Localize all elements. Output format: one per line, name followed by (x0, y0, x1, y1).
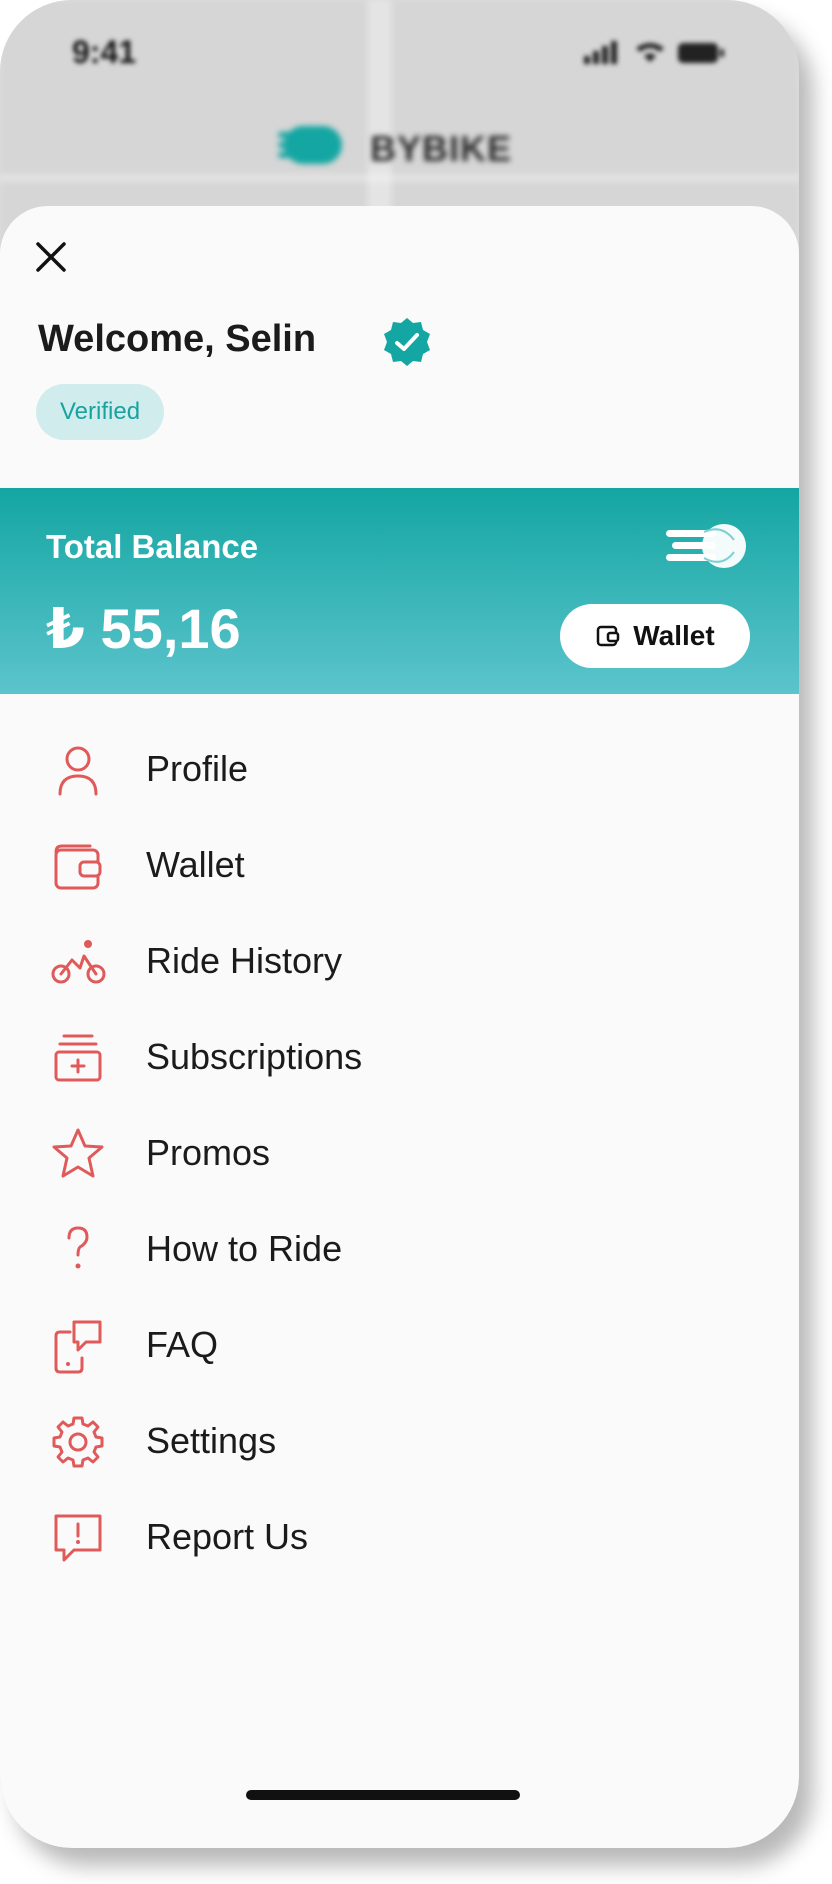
balance-label: Total Balance (46, 528, 259, 565)
welcome-title: Welcome, Selin (38, 318, 317, 360)
star-icon (52, 1128, 104, 1178)
menu-item-ride-history[interactable]: Ride History (0, 912, 799, 1008)
menu-item-how-to-ride[interactable]: How to Ride (0, 1200, 799, 1296)
menu-item-wallet[interactable]: Wallet (0, 816, 799, 912)
gear-icon (52, 1416, 104, 1468)
menu-item-label: Report Us (146, 1516, 309, 1557)
faq-icon (54, 1320, 102, 1374)
verified-badge: Verified (36, 384, 165, 440)
brand-name: BYBIKE (370, 128, 513, 169)
status-time: 9:41 (72, 34, 137, 70)
subscriptions-icon (54, 1034, 102, 1082)
menu-item-label: FAQ (146, 1324, 219, 1365)
bike-icon (51, 940, 106, 984)
wallet-button[interactable]: Wallet (560, 604, 750, 668)
home-indicator[interactable] (246, 1790, 520, 1800)
verified-check-icon (384, 318, 430, 366)
menu-item-label: Wallet (146, 844, 245, 885)
status-bar: 9:41 (0, 0, 799, 100)
phone-frame: 9:41 BYBIKE Welcome, Selin Verified Tota… (0, 0, 799, 1848)
wallet-icon (597, 625, 620, 647)
menu-item-report-us[interactable]: Report Us (0, 1488, 799, 1584)
menu-item-subscriptions[interactable]: Subscriptions (0, 1008, 799, 1104)
side-menu-sheet: Welcome, Selin Verified Total Balance ₺ … (0, 206, 799, 1848)
menu-item-promos[interactable]: Promos (0, 1104, 799, 1200)
wallet-icon (54, 844, 102, 890)
menu-item-label: Promos (146, 1132, 271, 1173)
balance-card: Total Balance ₺ 55,16 Wallet (0, 488, 799, 694)
bybike-logo-icon (278, 126, 342, 164)
menu-item-profile[interactable]: Profile (0, 720, 799, 816)
menu-item-label: How to Ride (146, 1228, 343, 1269)
menu-item-settings[interactable]: Settings (0, 1392, 799, 1488)
report-icon (54, 1514, 102, 1562)
balance-amount: ₺ 55,16 (46, 597, 241, 660)
menu-item-label: Profile (146, 748, 249, 789)
question-icon (67, 1226, 89, 1269)
menu-item-faq[interactable]: FAQ (0, 1296, 799, 1392)
bybike-watermark-icon (666, 524, 746, 568)
menu-item-label: Subscriptions (146, 1036, 363, 1077)
close-icon[interactable] (32, 238, 70, 276)
wallet-button-label: Wallet (633, 620, 715, 651)
status-icons (584, 41, 724, 64)
brand-logo: BYBIKE (278, 120, 538, 176)
menu-item-label: Ride History (146, 940, 343, 981)
user-icon (58, 746, 98, 796)
menu-item-label: Settings (146, 1420, 277, 1461)
